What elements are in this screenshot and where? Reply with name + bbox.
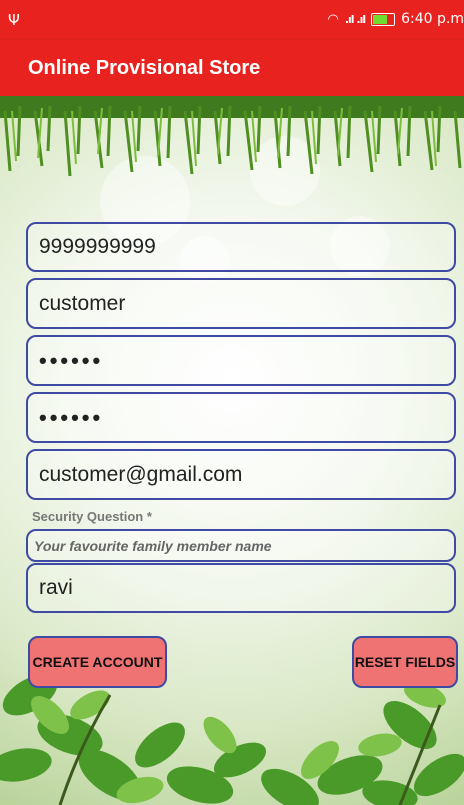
usb-icon: Ψ <box>8 11 20 29</box>
reset-fields-button[interactable]: RESET FIELDS <box>352 636 458 688</box>
username-field[interactable]: customer <box>26 278 456 329</box>
app-bar: Online Provisional Store <box>0 40 464 96</box>
security-answer-field[interactable]: ravi <box>26 563 456 613</box>
app-title: Online Provisional Store <box>28 56 261 79</box>
security-question-select[interactable]: Your favourite family member name <box>26 529 456 562</box>
security-question-label: Security Question * <box>32 509 152 524</box>
create-account-button[interactable]: CREATE ACCOUNT <box>28 636 167 688</box>
signal-icon: .ıl .ıl <box>344 12 366 26</box>
status-time: 6:40 p.m <box>401 11 464 27</box>
grass-decoration <box>0 96 464 177</box>
status-icons: ◠ .ıl .ıl 6:40 p.m <box>328 11 464 27</box>
wifi-icon: ◠ <box>327 11 339 27</box>
status-bar: Ψ ◠ .ıl .ıl 6:40 p.m <box>0 0 464 40</box>
password-field[interactable]: •••••• <box>26 335 456 386</box>
battery-icon <box>371 12 396 26</box>
email-field[interactable]: customer@gmail.com <box>26 449 456 500</box>
confirm-password-field[interactable]: •••••• <box>26 392 456 443</box>
mobile-number-field[interactable]: 9999999999 <box>26 222 456 272</box>
leaves-decoration <box>0 674 464 805</box>
